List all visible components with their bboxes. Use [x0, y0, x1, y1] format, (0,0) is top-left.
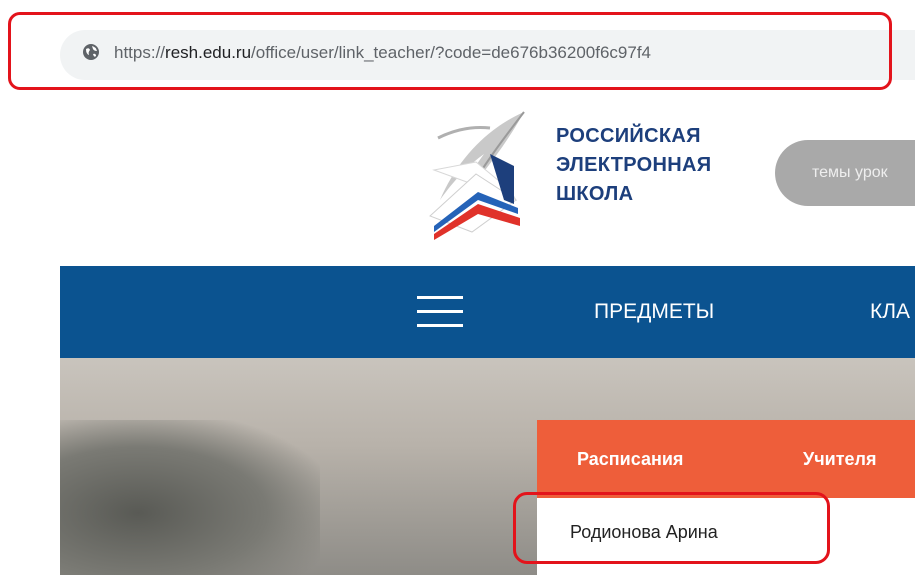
nav-item-subjects[interactable]: ПРЕДМЕТЫ: [594, 299, 714, 325]
logo-line: ЭЛЕКТРОННАЯ: [556, 154, 712, 176]
logo-title: РОССИЙСКАЯ ЭЛЕКТРОННАЯ ШКОЛА: [556, 122, 711, 209]
teacher-highlight-box: [513, 492, 830, 564]
hero-image-shadow: [60, 420, 320, 575]
url-highlight-box: [8, 12, 892, 90]
search-placeholder: темы урок: [812, 164, 888, 181]
tab-schedules[interactable]: Расписания: [577, 449, 683, 470]
nav-item-classes[interactable]: КЛА: [870, 299, 910, 325]
logo-line: ШКОЛА: [556, 183, 634, 205]
site-logo[interactable]: [418, 108, 540, 240]
tab-teachers[interactable]: Учителя: [803, 449, 876, 470]
hamburger-icon[interactable]: [417, 296, 463, 328]
main-nav: [60, 266, 915, 358]
logo-line: РОССИЙСКАЯ: [556, 125, 701, 147]
